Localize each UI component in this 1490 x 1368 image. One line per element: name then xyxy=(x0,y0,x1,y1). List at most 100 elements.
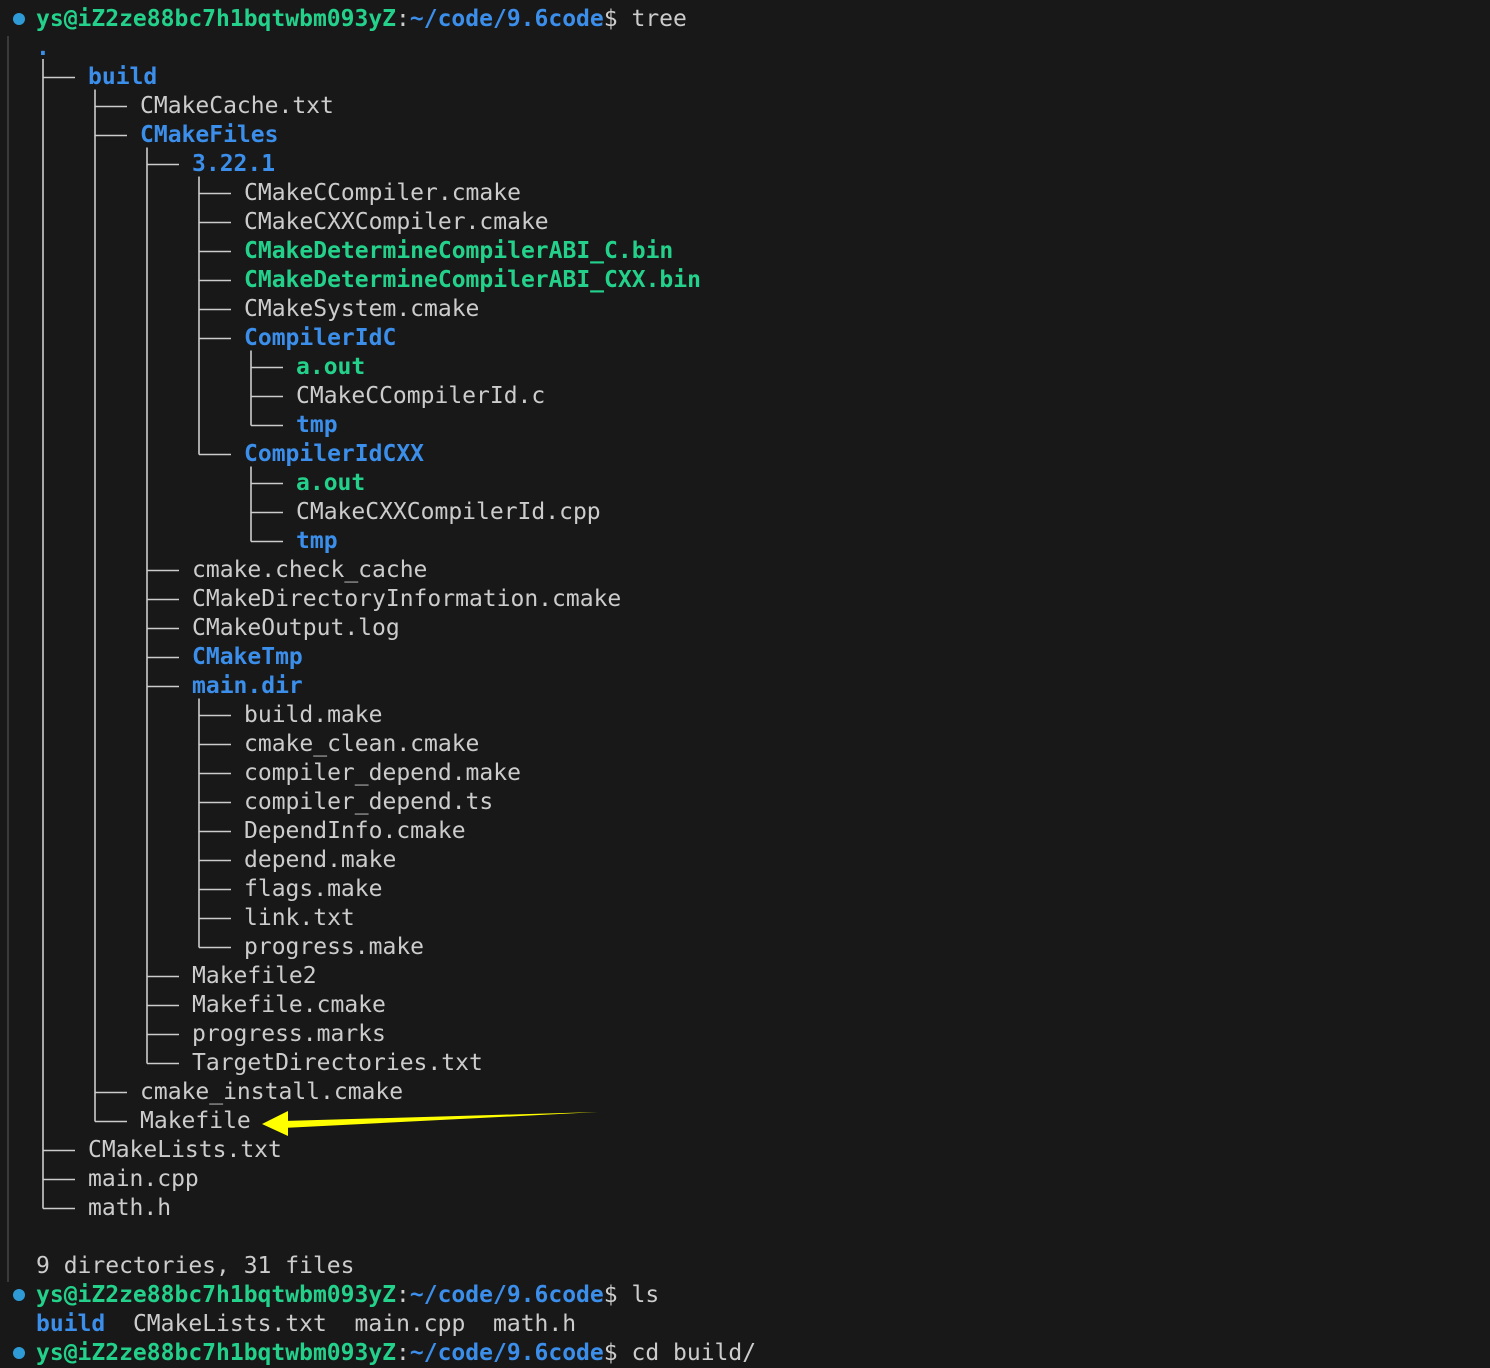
tree-entry-file: link.txt xyxy=(244,905,355,931)
prompt-path: ~/code/9.6code xyxy=(409,6,604,32)
tree-entry-file: Makefile2 xyxy=(192,963,317,989)
tree-entry: a.out xyxy=(296,353,365,382)
tree-entry-file: TargetDirectories.txt xyxy=(192,1050,483,1076)
tree-entry-file: CMakeDirectoryInformation.cmake xyxy=(192,586,622,612)
tree-entry-dir: build xyxy=(88,64,158,90)
tree-entry: cmake_clean.cmake xyxy=(244,730,479,759)
tree-entry: Makefile xyxy=(140,1107,251,1136)
command-gutter xyxy=(7,36,9,1282)
tree-entry: CompilerIdCXX xyxy=(244,440,424,469)
tree-entry-file: depend.make xyxy=(244,847,397,873)
tree-entry-file: Makefile xyxy=(140,1108,251,1134)
tree-entry-file: CMakeCCompiler.cmake xyxy=(244,180,521,206)
tree-entry-file: CMakeCCompilerId.c xyxy=(296,383,546,409)
tree-entry: flags.make xyxy=(244,875,382,904)
tree-entry-file: progress.marks xyxy=(192,1021,386,1047)
tree-entry-dir: tmp xyxy=(296,528,338,554)
tree-entry: CMakeCXXCompilerId.cpp xyxy=(296,498,601,527)
prompt-line: ys@iZ2ze88bc7h1bqtwbm093yZ:~/code/9.6cod… xyxy=(36,1281,659,1310)
tree-entry-file: a.out xyxy=(296,470,366,496)
tree-entry-file: cmake.check_cache xyxy=(192,557,428,583)
tree-entry-file: CMakeSystem.cmake xyxy=(244,296,480,322)
tree-entry-file: CMakeLists.txt xyxy=(88,1137,282,1163)
tree-entry: CompilerIdC xyxy=(244,324,396,353)
tree-entry-file: CMakeCXXCompiler.cmake xyxy=(244,209,549,235)
tree-entry-file: cmake_clean.cmake xyxy=(244,731,480,757)
tree-entry: math.h xyxy=(88,1194,171,1223)
tree-entry: Makefile2 xyxy=(192,962,317,991)
ls-entry: main.cpp xyxy=(354,1311,466,1337)
tree-entry-dir: 3.22.1 xyxy=(192,151,276,177)
tree-entry-dir: CMakeTmp xyxy=(192,644,303,670)
tree-entry: build xyxy=(88,63,157,92)
tree-entry-file: cmake_install.cmake xyxy=(140,1079,404,1105)
tree-entry: a.out xyxy=(296,469,365,498)
prompt-line: ys@iZ2ze88bc7h1bqtwbm093yZ:~/code/9.6cod… xyxy=(36,5,687,34)
prompt-path: ~/code/9.6code xyxy=(409,1340,604,1366)
tree-entry-dir: CMakeFiles xyxy=(140,122,279,148)
prompt-separator: : xyxy=(396,6,410,32)
tree-entry-dir: CompilerIdC xyxy=(244,325,397,351)
tree-root: . xyxy=(36,35,50,61)
prompt-user-host: ys@iZ2ze88bc7h1bqtwbm093yZ xyxy=(36,1282,397,1308)
tree-entry: compiler_depend.make xyxy=(244,759,521,788)
tree-entry: depend.make xyxy=(244,846,396,875)
prompt-line: ys@iZ2ze88bc7h1bqtwbm093yZ:~/code/9.6cod… xyxy=(36,1339,756,1368)
tree-entry-file: CMakeDetermineCompilerABI_CXX.bin xyxy=(244,267,701,293)
tree-entry: CMakeTmp xyxy=(192,643,303,672)
command-status-dot[interactable] xyxy=(13,1289,25,1301)
prompt-dollar: $ xyxy=(603,1340,618,1366)
tree-entry-file: a.out xyxy=(296,354,366,380)
prompt-user-host: ys@iZ2ze88bc7h1bqtwbm093yZ xyxy=(36,1340,397,1366)
tree-entry-file: DependInfo.cmake xyxy=(244,818,466,844)
tree-entry: tmp xyxy=(296,411,338,440)
tree-entry-file: flags.make xyxy=(244,876,383,902)
tree-entry: tmp xyxy=(296,527,338,556)
tree-entry-file: main.cpp xyxy=(88,1166,199,1192)
command-status-dot[interactable] xyxy=(13,1347,25,1359)
tree-entry: CMakeDetermineCompilerABI_CXX.bin xyxy=(244,266,701,295)
command-status-dot[interactable] xyxy=(13,13,25,25)
prompt-dollar: $ xyxy=(603,6,618,32)
tree-entry: TargetDirectories.txt xyxy=(192,1049,483,1078)
tree-entry-file: compiler_depend.ts xyxy=(244,789,494,815)
tree-entry: cmake.check_cache xyxy=(192,556,427,585)
tree-entry: 3.22.1 xyxy=(192,150,275,179)
tree-entry-file: progress.make xyxy=(244,934,425,960)
arrow-shaft xyxy=(283,1112,598,1128)
command-text: tree xyxy=(617,6,687,32)
terminal-panel[interactable]: ys@iZ2ze88bc7h1bqtwbm093yZ:~/code/9.6cod… xyxy=(0,0,1490,1366)
prompt-dollar: $ xyxy=(603,1282,618,1308)
tree-entry: build.make xyxy=(244,701,382,730)
prompt-separator: : xyxy=(396,1340,410,1366)
tree-entry: CMakeDirectoryInformation.cmake xyxy=(192,585,621,614)
arrow-head xyxy=(262,1111,288,1136)
tree-entry: DependInfo.cmake xyxy=(244,817,466,846)
output-line: 9 directories, 31 files xyxy=(36,1252,355,1281)
tree-entry-file: compiler_depend.make xyxy=(244,760,521,786)
prompt-user-host: ys@iZ2ze88bc7h1bqtwbm093yZ xyxy=(36,6,397,32)
tree-entry: CMakeCCompiler.cmake xyxy=(244,179,521,208)
tree-summary: 9 directories, 31 files xyxy=(36,1253,355,1279)
tree-entry-file: CMakeDetermineCompilerABI_C.bin xyxy=(244,238,674,264)
tree-entry: CMakeLists.txt xyxy=(88,1136,282,1165)
tree-entry-dir: main.dir xyxy=(192,673,303,699)
tree-entry: Makefile.cmake xyxy=(192,991,386,1020)
tree-entry: main.cpp xyxy=(88,1165,199,1194)
tree-entry-dir: CompilerIdCXX xyxy=(244,441,425,467)
ls-entry: math.h xyxy=(493,1311,577,1337)
tree-entry-file: build.make xyxy=(244,702,383,728)
command-text: cd build/ xyxy=(617,1340,757,1366)
tree-entry: CMakeDetermineCompilerABI_C.bin xyxy=(244,237,673,266)
tree-entry: CMakeCCompilerId.c xyxy=(296,382,545,411)
tree-entry: cmake_install.cmake xyxy=(140,1078,403,1107)
tree-entry: main.dir xyxy=(192,672,303,701)
ls-entry: build xyxy=(36,1311,106,1337)
prompt-separator: : xyxy=(396,1282,410,1308)
tree-entry-dir: tmp xyxy=(296,412,338,438)
tree-entry-file: CMakeCXXCompilerId.cpp xyxy=(296,499,601,525)
tree-entry: CMakeOutput.log xyxy=(192,614,400,643)
tree-entry: CMakeSystem.cmake xyxy=(244,295,479,324)
command-text: ls xyxy=(617,1282,660,1308)
prompt-path: ~/code/9.6code xyxy=(409,1282,604,1308)
